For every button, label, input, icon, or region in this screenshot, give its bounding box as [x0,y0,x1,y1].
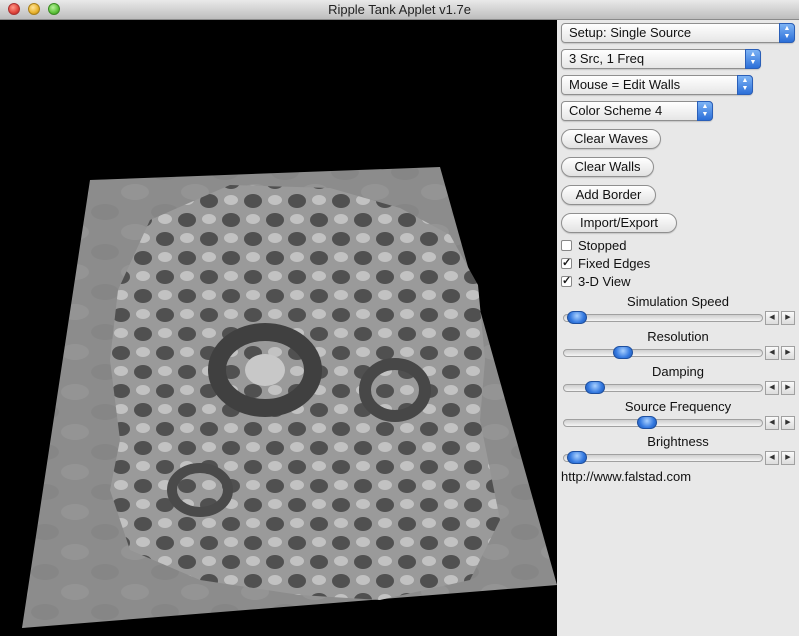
import-export-button[interactable]: Import/Export [561,213,677,233]
select-arrows-icon: ▲ ▼ [745,49,761,69]
source-frequency-slider[interactable]: ◀ ▶ [561,416,797,430]
simulation-speed-slider[interactable]: ◀ ▶ [561,311,797,325]
resolution-slider[interactable]: ◀ ▶ [561,346,797,360]
left-arrow-icon[interactable]: ◀ [765,416,779,430]
fixed-edges-label: Fixed Edges [578,256,651,271]
window-title: Ripple Tank Applet v1.7e [328,2,471,17]
wave-surface-3d [22,167,557,628]
mouse-mode-select[interactable]: Mouse = Edit Walls ▲ ▼ [561,75,753,95]
title-bar: Ripple Tank Applet v1.7e [0,0,799,20]
slider-thumb[interactable] [567,311,587,324]
stopped-label: Stopped [578,238,627,253]
website-link[interactable]: http://www.falstad.com [561,469,691,484]
slider-track [563,419,763,427]
sources-select[interactable]: 3 Src, 1 Freq ▲ ▼ [561,49,761,69]
three-d-view-label: 3-D View [578,274,631,289]
right-arrow-icon[interactable]: ▶ [781,311,795,325]
color-scheme-select-label: Color Scheme 4 [569,103,663,118]
slider-track [563,349,763,357]
select-arrows-icon: ▲ ▼ [697,101,713,121]
clear-waves-button[interactable]: Clear Waves [561,129,661,149]
left-arrow-icon[interactable]: ◀ [765,451,779,465]
mouse-mode-select-label: Mouse = Edit Walls [569,77,681,92]
right-arrow-icon[interactable]: ▶ [781,381,795,395]
setup-select[interactable]: Setup: Single Source ▲ ▼ [561,23,795,43]
slider-thumb[interactable] [613,346,633,359]
control-panel: Setup: Single Source ▲ ▼ 3 Src, 1 Freq ▲ ▼… [557,20,799,636]
slider-track [563,454,763,462]
left-arrow-icon[interactable]: ◀ [765,346,779,360]
damping-label: Damping [651,364,705,379]
add-border-button[interactable]: Add Border [561,185,656,205]
slider-thumb[interactable] [567,451,587,464]
clear-walls-button[interactable]: Clear Walls [561,157,654,177]
left-arrow-icon[interactable]: ◀ [765,381,779,395]
color-scheme-select[interactable]: Color Scheme 4 ▲ ▼ [561,101,713,121]
left-arrow-icon[interactable]: ◀ [765,311,779,325]
damping-slider[interactable]: ◀ ▶ [561,381,797,395]
simulation-speed-label: Simulation Speed [627,294,729,309]
brightness-label: Brightness [647,434,709,449]
right-arrow-icon[interactable]: ▶ [781,451,795,465]
select-arrows-icon: ▲ ▼ [737,75,753,95]
brightness-slider[interactable]: ◀ ▶ [561,451,797,465]
setup-select-label: Setup: Single Source [569,25,692,40]
source-frequency-label: Source Frequency [624,399,732,414]
slider-thumb[interactable] [637,416,657,429]
right-arrow-icon[interactable]: ▶ [781,346,795,360]
right-arrow-icon[interactable]: ▶ [781,416,795,430]
checkbox-unchecked-icon [561,240,572,251]
slider-thumb[interactable] [585,381,605,394]
checkmark-icon: ✓ [561,257,572,269]
sources-select-label: 3 Src, 1 Freq [569,51,645,66]
select-arrows-icon: ▲ ▼ [779,23,795,43]
ripple-tank-canvas[interactable] [0,20,557,636]
slider-track [563,314,763,322]
resolution-label: Resolution [647,329,709,344]
checkmark-icon: ✓ [561,275,572,287]
